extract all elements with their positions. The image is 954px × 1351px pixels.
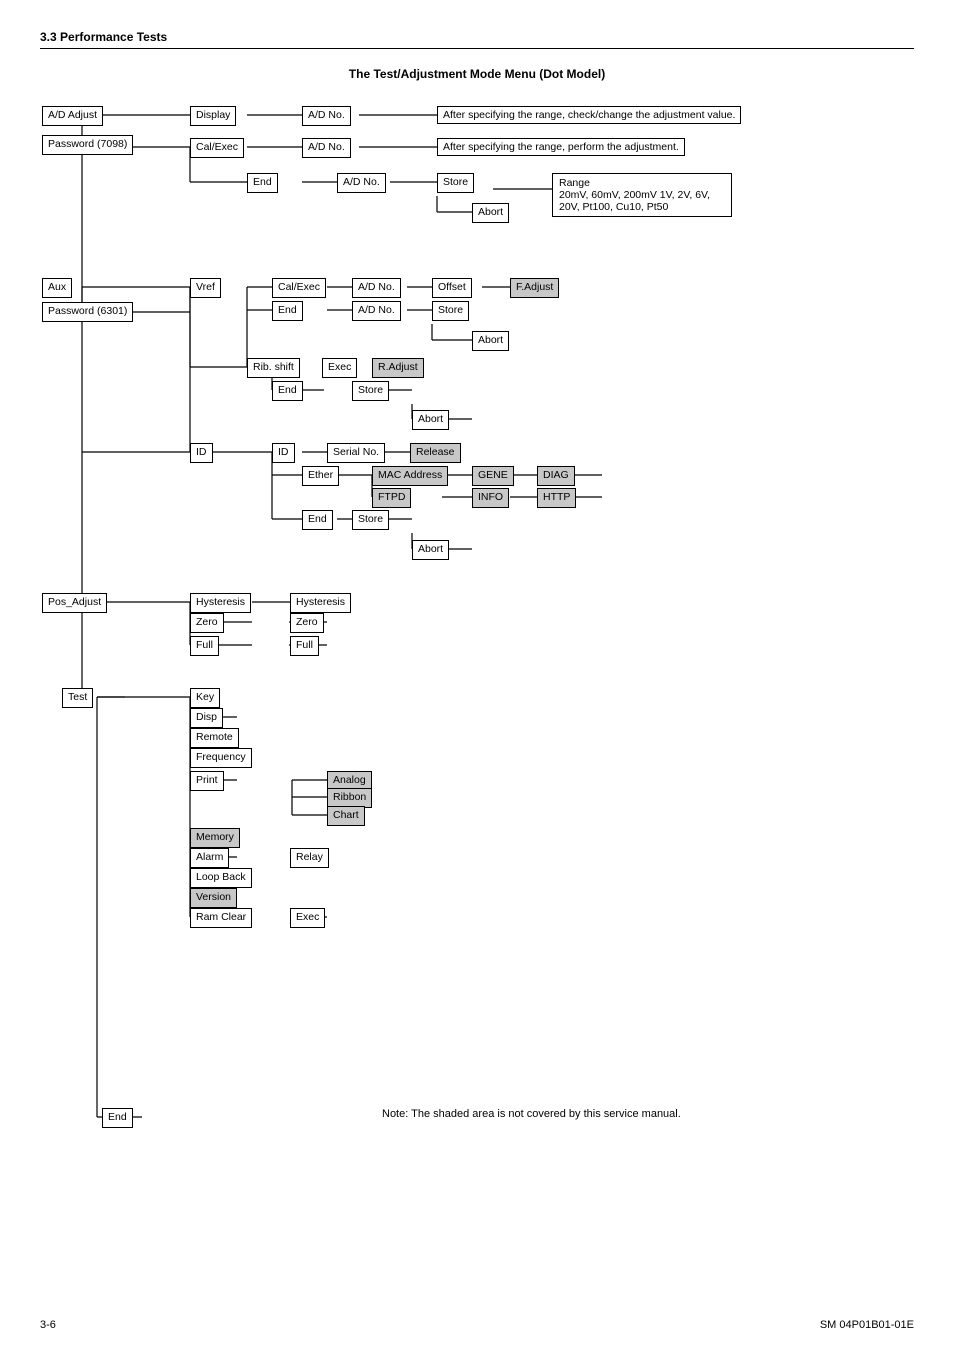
print-node: Print bbox=[190, 771, 224, 791]
end-5-node: End bbox=[102, 1108, 133, 1128]
ad-no-5-node: A/D No. bbox=[352, 301, 401, 321]
pos-adjust-node: Pos_Adjust bbox=[42, 593, 107, 613]
chart-node: Chart bbox=[327, 806, 365, 826]
ad-no-2-node: A/D No. bbox=[302, 138, 351, 158]
ribbon-node: Ribbon bbox=[327, 788, 372, 808]
relay-node: Relay bbox=[290, 848, 329, 868]
footer-doc: SM 04P01B01-01E bbox=[820, 1319, 914, 1331]
memory-node: Memory bbox=[190, 828, 240, 848]
full-2-node: Full bbox=[290, 636, 319, 656]
abort-2-node: Abort bbox=[472, 331, 509, 351]
http-node: HTTP bbox=[537, 488, 576, 508]
footer-page: 3-6 bbox=[40, 1319, 56, 1331]
serial-no-node: Serial No. bbox=[327, 443, 385, 463]
calexec-2-node: Cal/Exec bbox=[272, 278, 326, 298]
exec-2-node: Exec bbox=[290, 908, 325, 928]
diagram-title: The Test/Adjustment Mode Menu (Dot Model… bbox=[40, 67, 914, 81]
offset-node: Offset bbox=[432, 278, 472, 298]
abort-3-node: Abort bbox=[412, 410, 449, 430]
display-node: Display bbox=[190, 106, 236, 126]
radjust-node: R.Adjust bbox=[372, 358, 424, 378]
ether-node: Ether bbox=[302, 466, 339, 486]
diag-node: DIAG bbox=[537, 466, 575, 486]
ad-no-1-node: A/D No. bbox=[302, 106, 351, 126]
id-1-node: ID bbox=[190, 443, 213, 463]
ram-clear-node: Ram Clear bbox=[190, 908, 252, 928]
mac-address-node: MAC Address bbox=[372, 466, 448, 486]
calexec-1-node: Cal/Exec bbox=[190, 138, 244, 158]
gene-node: GENE bbox=[472, 466, 514, 486]
abort-1-node: Abort bbox=[472, 203, 509, 223]
end-4-node: End bbox=[302, 510, 333, 530]
rib-shift-node: Rib. shift bbox=[247, 358, 300, 378]
store-1-node: Store bbox=[437, 173, 474, 193]
page-footer: 3-6 SM 04P01B01-01E bbox=[40, 1319, 914, 1331]
zero-1-node: Zero bbox=[190, 613, 224, 633]
end-3-node: End bbox=[272, 381, 303, 401]
range-box: Range 20mV, 60mV, 200mV 1V, 2V, 6V, 20V,… bbox=[552, 173, 732, 217]
range-values: 20mV, 60mV, 200mV 1V, 2V, 6V, 20V, Pt100… bbox=[559, 189, 710, 213]
info-node: INFO bbox=[472, 488, 509, 508]
id-2-node: ID bbox=[272, 443, 295, 463]
hysteresis-2-node: Hysteresis bbox=[290, 593, 351, 613]
abort-4-node: Abort bbox=[412, 540, 449, 560]
range-label: Range bbox=[559, 177, 590, 189]
ad-no-4-node: A/D No. bbox=[352, 278, 401, 298]
note-text: Note: The shaded area is not covered by … bbox=[382, 1108, 681, 1120]
vref-node: Vref bbox=[190, 278, 221, 298]
loop-back-node: Loop Back bbox=[190, 868, 252, 888]
label-after-perform-node: After specifying the range, perform the … bbox=[437, 138, 685, 156]
aux-node: Aux bbox=[42, 278, 72, 298]
diagram-area: A/D Adjust Display A/D No. After specify… bbox=[42, 97, 912, 1157]
ftpd-node: FTPD bbox=[372, 488, 411, 508]
password-6301-node: Password (6301) bbox=[42, 302, 133, 322]
hysteresis-1-node: Hysteresis bbox=[190, 593, 251, 613]
disp-node: Disp bbox=[190, 708, 223, 728]
exec-1-node: Exec bbox=[322, 358, 357, 378]
end-1-node: End bbox=[247, 173, 278, 193]
test-node: Test bbox=[62, 688, 93, 708]
store-4-node: Store bbox=[352, 510, 389, 530]
store-3-node: Store bbox=[352, 381, 389, 401]
password-7098-node: Password (7098) bbox=[42, 135, 133, 155]
diagram-lines bbox=[42, 97, 912, 1157]
alarm-node: Alarm bbox=[190, 848, 229, 868]
end-2-node: End bbox=[272, 301, 303, 321]
ad-adjust-node: A/D Adjust bbox=[42, 106, 103, 126]
full-1-node: Full bbox=[190, 636, 219, 656]
ad-no-3-node: A/D No. bbox=[337, 173, 386, 193]
release-node: Release bbox=[410, 443, 461, 463]
zero-2-node: Zero bbox=[290, 613, 324, 633]
section-title: 3.3 Performance Tests bbox=[40, 30, 914, 49]
store-2-node: Store bbox=[432, 301, 469, 321]
version-node: Version bbox=[190, 888, 237, 908]
label-after-range-node: After specifying the range, check/change… bbox=[437, 106, 741, 124]
frequency-node: Frequency bbox=[190, 748, 252, 768]
remote-node: Remote bbox=[190, 728, 239, 748]
key-node: Key bbox=[190, 688, 220, 708]
fadjust-node: F.Adjust bbox=[510, 278, 559, 298]
